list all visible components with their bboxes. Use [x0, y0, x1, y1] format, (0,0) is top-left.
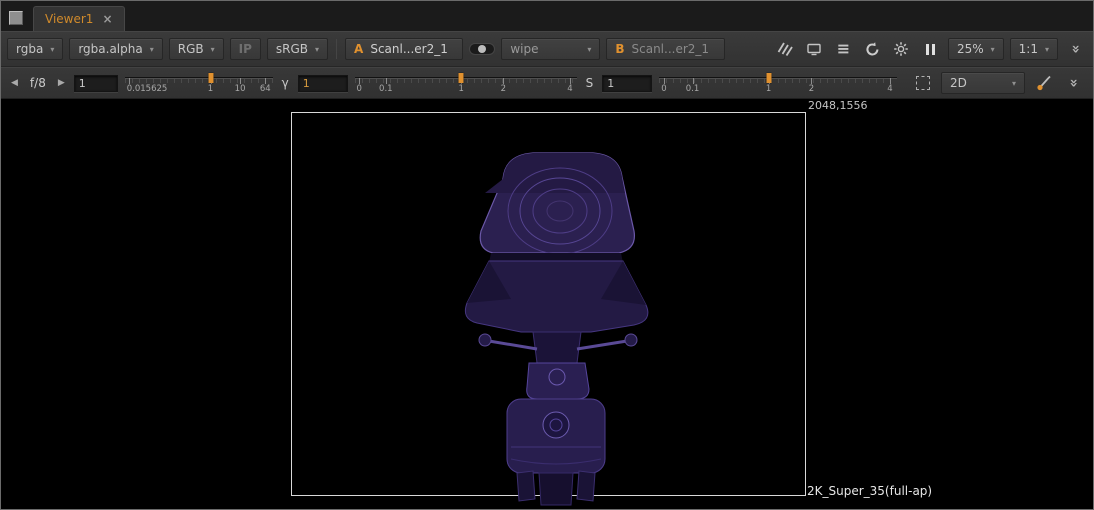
gain-slider[interactable]: 0.015625 1 10 64 — [125, 71, 273, 95]
gain-tick-label: 64 — [260, 84, 271, 94]
zoom-dropdown[interactable]: 25% ▾ — [948, 38, 1004, 60]
checker-stripes-icon[interactable] — [774, 39, 797, 60]
saturation-tick-label: 4 — [887, 84, 892, 94]
toggle-knob-icon — [478, 45, 486, 53]
input-process-button[interactable]: IP — [230, 38, 261, 60]
display-mode-dropdown[interactable]: RGB ▾ — [169, 38, 224, 60]
channels-dropdown[interactable]: rgba ▾ — [7, 38, 63, 60]
saturation-slider-handle[interactable] — [766, 73, 771, 83]
collapse-toolbar-icon[interactable]: » — [1064, 39, 1087, 60]
view-mode-dropdown[interactable]: 2D ▾ — [941, 72, 1025, 94]
view-mode-label: 2D — [950, 76, 967, 90]
wipe-toggle[interactable] — [469, 43, 495, 55]
fstop-display[interactable]: f/8 — [27, 76, 49, 90]
pause-icon[interactable] — [919, 39, 942, 60]
saturation-tick-label: 0.1 — [686, 84, 700, 94]
proxy-scale-label: 1:1 — [1019, 42, 1038, 56]
chevron-down-icon: ▾ — [150, 45, 154, 54]
colorspace-label: sRGB — [276, 42, 308, 56]
gamma-input[interactable] — [298, 75, 348, 92]
display-mode-label: RGB — [178, 42, 204, 56]
gamma-tick-label: 0 — [356, 84, 361, 94]
viewer-canvas[interactable]: 2048,1556 2K_Super_35(full-ap) — [1, 99, 1093, 509]
format-name-label: 2K_Super_35(full-ap) — [807, 484, 932, 498]
gamma-slider-handle[interactable] — [459, 73, 464, 83]
input-b-value: Scanl...er2_1 — [632, 42, 716, 56]
chevron-down-icon: ▾ — [50, 45, 54, 54]
alpha-channel-label: rgba.alpha — [78, 42, 142, 56]
close-icon[interactable]: × — [102, 13, 112, 25]
input-b-dropdown[interactable]: B Scanl...er2_1 — [606, 38, 724, 60]
tab-label: Viewer1 — [45, 12, 93, 26]
channels-label: rgba — [16, 42, 43, 56]
refresh-icon[interactable] — [861, 39, 884, 60]
collapse-controls-icon[interactable]: » — [1062, 73, 1085, 94]
gain-slider-handle[interactable] — [208, 73, 213, 83]
saturation-slider[interactable]: 0 0.1 1 2 4 — [659, 71, 897, 95]
input-b-badge: B — [615, 42, 624, 56]
alpha-channel-dropdown[interactable]: rgba.alpha ▾ — [69, 38, 162, 60]
wipe-mode-label: wipe — [510, 42, 580, 56]
saturation-tick-label: 1 — [766, 84, 771, 94]
gamma-tick-label: 1 — [459, 84, 464, 94]
resolution-label: 2048,1556 — [808, 99, 868, 112]
gain-input[interactable] — [74, 75, 118, 92]
gamma-tick-label: 4 — [567, 84, 572, 94]
tab-bar: Viewer1 × — [1, 1, 1093, 31]
menu-lines-icon[interactable]: ≡ — [832, 39, 855, 60]
gain-tick-label: 10 — [235, 84, 246, 94]
wipe-mode-dropdown[interactable]: wipe ▾ — [501, 38, 600, 60]
input-a-dropdown[interactable]: A Scanl...er2_1 — [345, 38, 463, 60]
sample-color-icon[interactable] — [1032, 73, 1055, 94]
next-arrow-icon[interactable]: ▶ — [56, 78, 67, 88]
chevron-down-icon: ▾ — [211, 45, 215, 54]
zoom-label: 25% — [957, 42, 984, 56]
colorspace-dropdown[interactable]: sRGB ▾ — [267, 38, 328, 60]
input-a-badge: A — [354, 42, 363, 56]
input-process-label: IP — [239, 42, 252, 56]
chevron-down-icon: ▾ — [1012, 79, 1016, 88]
panel-icon[interactable] — [9, 11, 23, 25]
viewer-toolbar: rgba ▾ rgba.alpha ▾ RGB ▾ IP sRGB ▾ A Sc… — [1, 31, 1093, 67]
gear-icon[interactable] — [890, 39, 913, 60]
gamma-slider[interactable]: 0 0.1 1 2 4 — [355, 71, 577, 95]
viewer-window: Viewer1 × rgba ▾ rgba.alpha ▾ RGB ▾ IP s… — [0, 0, 1094, 510]
prev-arrow-icon[interactable]: ◀ — [9, 78, 20, 88]
tab-viewer1[interactable]: Viewer1 × — [33, 6, 125, 31]
saturation-tick-label: 2 — [809, 84, 814, 94]
monitor-icon[interactable] — [803, 39, 826, 60]
color-controls-bar: ◀ f/8 ▶ 0.015625 1 10 64 γ 0 0.1 1 2 — [1, 67, 1093, 99]
chevron-down-icon: ▾ — [587, 45, 591, 54]
saturation-tick-label: 0 — [661, 84, 666, 94]
chevron-down-icon: ▾ — [991, 45, 995, 54]
gain-tick-label: 0.015625 — [127, 84, 168, 94]
gain-tick-label: 1 — [208, 84, 213, 94]
chevron-down-icon: ▾ — [1045, 45, 1049, 54]
toolbar-separator — [336, 39, 337, 59]
chevron-down-icon: ▾ — [315, 45, 319, 54]
rendered-snowmobile-image — [441, 149, 671, 509]
gamma-tick-label: 0.1 — [379, 84, 393, 94]
proxy-scale-dropdown[interactable]: 1:1 ▾ — [1010, 38, 1058, 60]
roi-icon[interactable] — [911, 73, 934, 94]
gamma-label: γ — [280, 76, 291, 90]
gamma-tick-label: 2 — [501, 84, 506, 94]
saturation-label: S — [584, 76, 596, 90]
saturation-input[interactable] — [602, 75, 652, 92]
input-a-value: Scanl...er2_1 — [370, 42, 454, 56]
